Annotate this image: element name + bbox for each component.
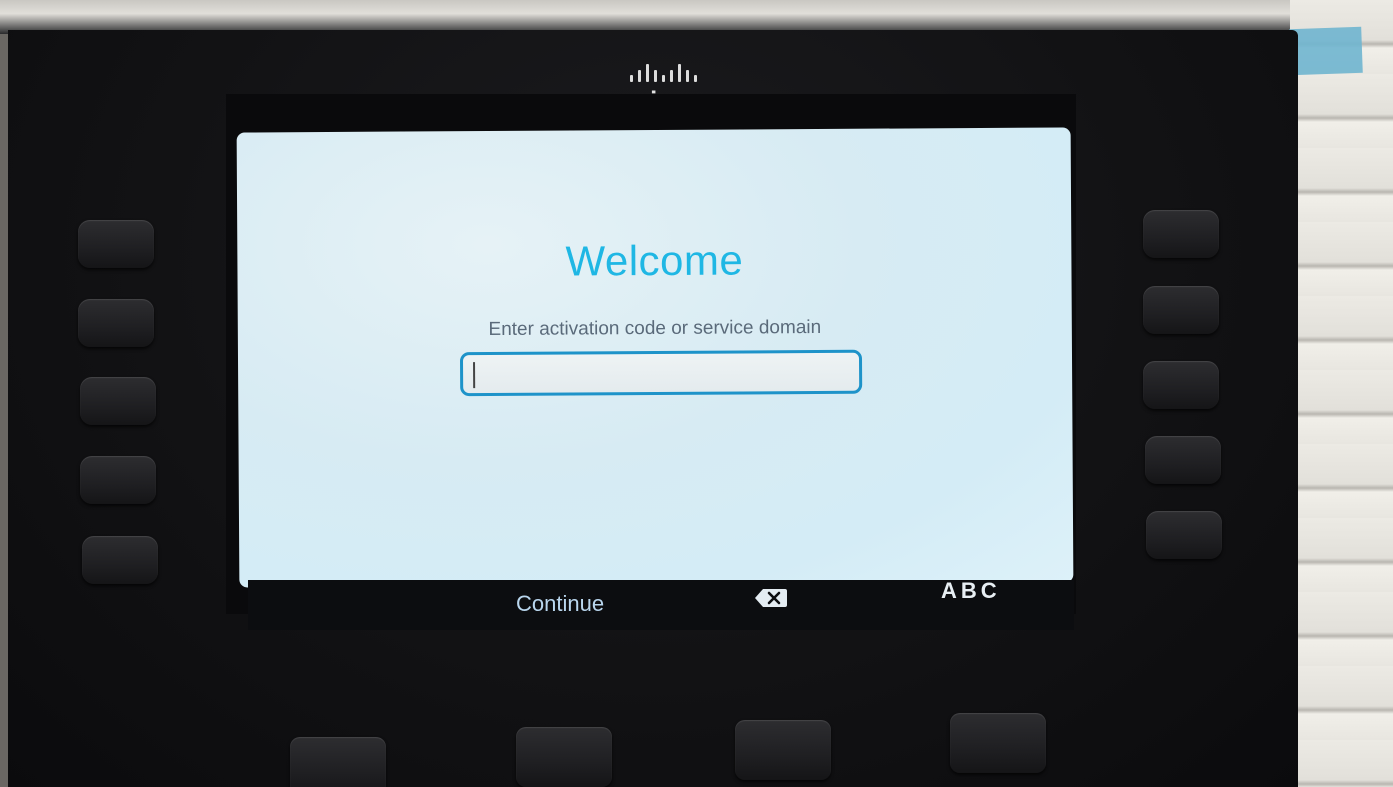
desk-background bbox=[0, 0, 1300, 34]
softkey-2[interactable] bbox=[516, 727, 612, 787]
line-key-right-4[interactable] bbox=[1145, 436, 1221, 484]
text-cursor bbox=[473, 362, 476, 389]
abc-softkey-label[interactable]: ABC bbox=[941, 578, 1001, 604]
line-key-left-4[interactable] bbox=[80, 456, 156, 504]
phone-display: Welcome Enter activation code or service… bbox=[236, 127, 1074, 588]
blue-tape bbox=[1289, 26, 1363, 76]
backspace-icon[interactable] bbox=[754, 587, 788, 609]
welcome-title: Welcome bbox=[565, 236, 744, 285]
continue-softkey-label[interactable]: Continue bbox=[516, 591, 604, 617]
softkey-3[interactable] bbox=[735, 720, 831, 780]
window-blinds bbox=[1290, 0, 1393, 787]
line-key-right-2[interactable] bbox=[1143, 286, 1219, 334]
line-key-left-3[interactable] bbox=[80, 377, 156, 425]
softkey-4[interactable] bbox=[950, 713, 1046, 773]
line-key-right-5[interactable] bbox=[1146, 511, 1222, 559]
line-key-left-5[interactable] bbox=[82, 536, 158, 584]
line-key-left-1[interactable] bbox=[78, 220, 154, 268]
activation-prompt: Enter activation code or service domain bbox=[488, 316, 822, 341]
softkey-1[interactable] bbox=[290, 737, 386, 787]
line-key-left-2[interactable] bbox=[78, 299, 154, 347]
cisco-bridge-icon bbox=[630, 64, 697, 82]
line-key-right-3[interactable] bbox=[1143, 361, 1219, 409]
photo-scene: cisco Welcome Enter activation code or s… bbox=[0, 0, 1393, 787]
activation-code-input[interactable] bbox=[459, 349, 863, 397]
line-key-right-1[interactable] bbox=[1143, 210, 1219, 258]
